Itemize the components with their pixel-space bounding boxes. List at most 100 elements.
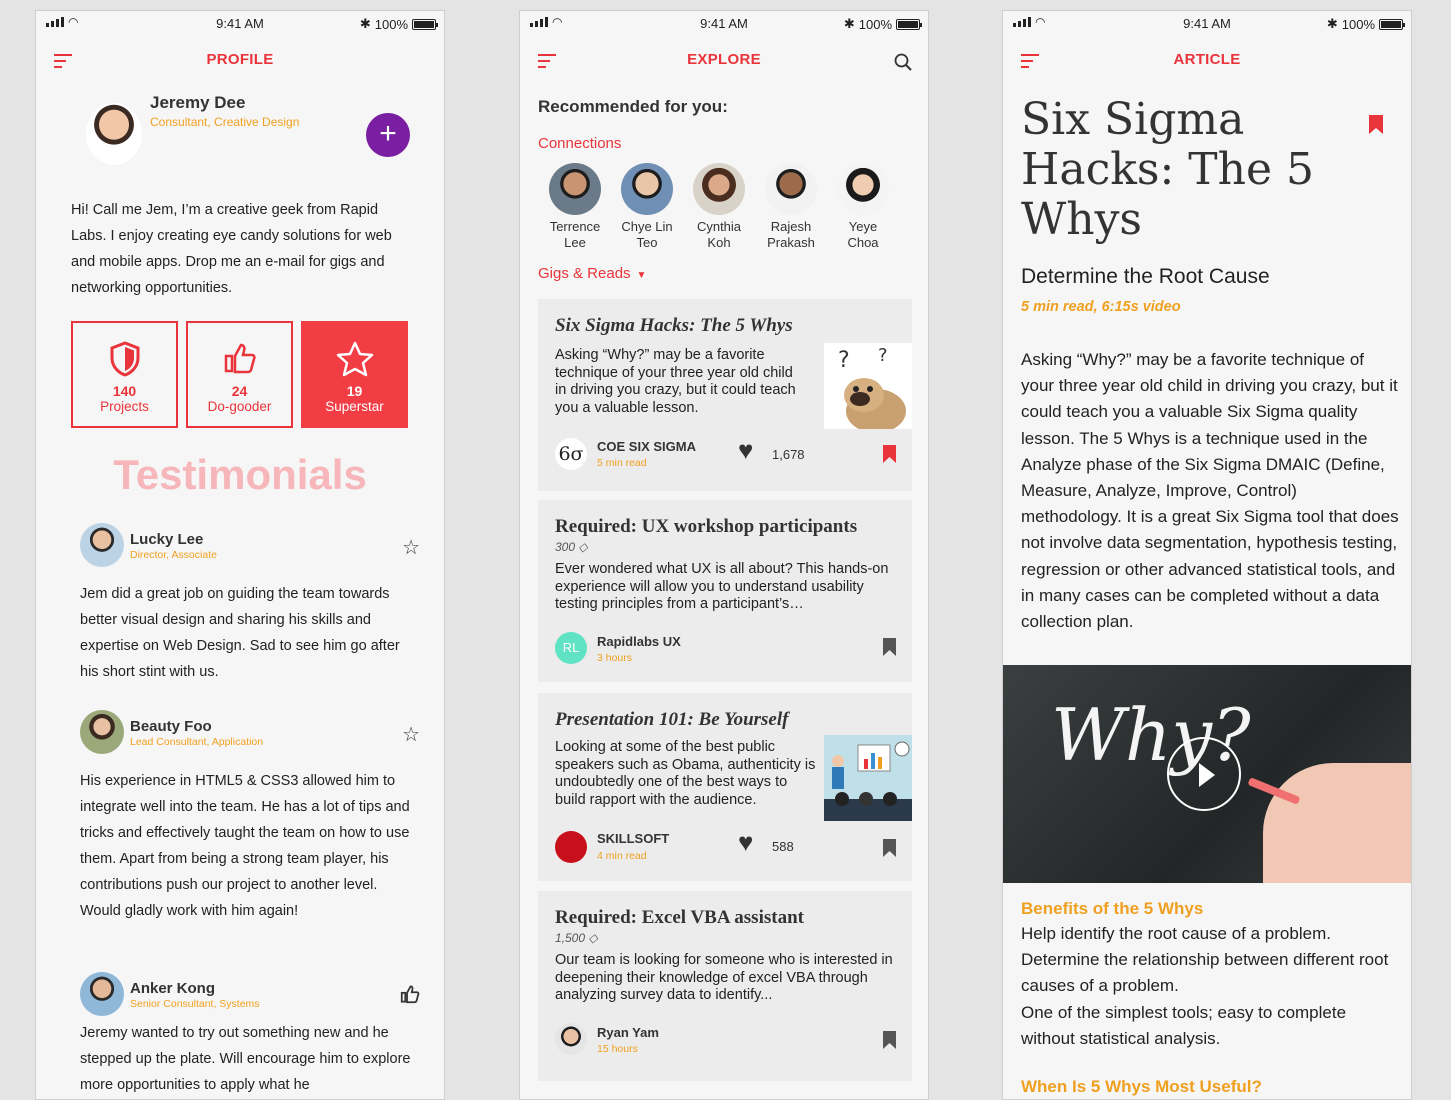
play-icon[interactable] — [1167, 737, 1241, 811]
card-source: SKILLSOFT — [597, 831, 670, 846]
next-section-heading: When Is 5 Whys Most Useful? — [1021, 1077, 1262, 1096]
testimonial-text: Jeremy wanted to try out something new a… — [80, 1025, 411, 1093]
page-title: PROFILE — [206, 51, 274, 68]
status-bar: ◠ 9:41 AM ✱ 100% — [520, 11, 928, 35]
connections-label: Connections — [538, 135, 622, 152]
heart-icon[interactable]: ♥ — [738, 827, 753, 858]
feed-card[interactable]: Presentation 101: Be Yourself Looking at… — [538, 693, 912, 881]
card-title: Required: UX workshop participants — [555, 516, 858, 537]
battery-percent: 100% — [858, 16, 892, 32]
battery-percent: 100% — [374, 16, 408, 32]
bluetooth-icon: ✱ — [843, 16, 855, 31]
testimonial-name: Anker Kong — [130, 980, 216, 997]
diamond-icon: ◇ — [578, 540, 588, 554]
battery-icon — [896, 18, 922, 30]
card-description: Looking at some of the best public speak… — [555, 739, 816, 808]
feed-card[interactable]: Six Sigma Hacks: The 5 Whys Asking “Why?… — [538, 299, 912, 491]
bookmark-icon[interactable] — [883, 445, 896, 463]
connection-item[interactable]: Cynthia Koh — [692, 163, 746, 251]
status-bar: ◠ 9:41 AM ✱ 100% — [1003, 11, 1411, 35]
bookmark-icon[interactable] — [883, 1031, 896, 1049]
source-logo: RL — [555, 632, 587, 664]
thumbs-up-outline-icon[interactable] — [400, 984, 420, 1010]
profile-name: Jeremy Dee — [150, 93, 246, 112]
star-outline-icon[interactable]: ☆ — [402, 535, 420, 560]
article-body: Asking “Why?” may be a favorite techniqu… — [1021, 350, 1399, 632]
benefit-item: One of the simplest tools; easy to compl… — [1021, 1002, 1347, 1048]
testimonial-role: Director, Associate — [130, 549, 217, 561]
battery-icon — [412, 18, 438, 30]
profile-bio: Hi! Call me Jem, I’m a creative geek fro… — [71, 202, 392, 296]
like-count: 588 — [772, 839, 794, 854]
thumbs-up-icon — [188, 341, 291, 379]
card-description: Our team is looking for someone who is i… — [555, 952, 893, 1003]
benefits-list: Help identify the root cause of a proble… — [1021, 921, 1401, 1052]
presentation-thumbnail — [824, 735, 912, 821]
card-points: 300 ◇ — [555, 540, 588, 554]
hand-image — [1263, 763, 1411, 883]
testimonial-text: His experience in HTML5 & CSS3 allowed h… — [80, 773, 410, 919]
profile-role: Consultant, Creative Design — [150, 115, 300, 129]
gigs-reads-dropdown[interactable]: Gigs & Reads ▼ — [538, 265, 646, 282]
stats-row: 140 Projects 24 Do-gooder 19 Superstar — [71, 321, 408, 428]
stat-superstar[interactable]: 19 Superstar — [301, 321, 408, 428]
avatar — [80, 972, 124, 1016]
card-title: Required: Excel VBA assistant — [555, 907, 804, 928]
connection-item[interactable]: Yeye Choa — [836, 163, 890, 251]
search-icon[interactable] — [894, 53, 912, 71]
stat-projects[interactable]: 140 Projects — [71, 321, 178, 428]
connection-item[interactable]: Terrence Lee — [548, 163, 602, 251]
profile-screen: ◠ 9:41 AM ✱ 100% PROFILE Jeremy Dee Consu… — [35, 10, 445, 1100]
explore-screen: ◠ 9:41 AM ✱ 100% EXPLORE Recommended for … — [519, 10, 929, 1100]
card-description: Ever wondered what UX is all about? This… — [555, 561, 889, 612]
card-source-sub: 5 min read — [597, 457, 647, 469]
video-player[interactable]: Why? — [1003, 665, 1411, 883]
avatar — [86, 103, 142, 165]
article-subtitle: Determine the Root Cause — [1021, 265, 1270, 288]
star-outline-icon[interactable]: ☆ — [402, 722, 420, 747]
connections-row: Terrence Lee Chye Lin Teo Cynthia Koh Rajes… — [548, 163, 890, 251]
article-title: Six Sigma Hacks: The 5 Whys — [1021, 94, 1315, 245]
card-source-sub: 3 hours — [597, 652, 633, 664]
card-source: Rapidlabs UX — [597, 634, 681, 649]
testimonial-role: Lead Consultant, Application — [130, 736, 264, 748]
article-screen: ◠ 9:41 AM ✱ 100% ARTICLE Six Sigma Hacks:… — [1002, 10, 1412, 1100]
connection-item[interactable]: Chye Lin Teo — [620, 163, 674, 251]
card-source: Ryan Yam — [597, 1025, 659, 1040]
star-icon — [303, 341, 406, 379]
like-count: 1,678 — [772, 447, 805, 462]
card-points: 1,500 ◇ — [555, 931, 598, 945]
page-title: EXPLORE — [687, 51, 761, 68]
feed-card[interactable]: Required: UX workshop participants 300 ◇… — [538, 500, 912, 682]
heart-icon[interactable]: ♥ — [738, 435, 753, 466]
testimonial-name: Beauty Foo — [130, 718, 212, 735]
bookmark-icon[interactable] — [883, 638, 896, 656]
bookmark-icon[interactable] — [883, 839, 896, 857]
testimonial-text: Jem did a great job on guiding the team … — [80, 586, 400, 680]
svg-text:?: ? — [878, 345, 888, 366]
avatar — [693, 163, 745, 215]
connection-item[interactable]: Rajesh Prakash — [764, 163, 818, 251]
card-title: Presentation 101: Be Yourself — [555, 709, 789, 730]
feed-card[interactable]: Required: Excel VBA assistant 1,500 ◇ Ou… — [538, 891, 912, 1081]
avatar — [621, 163, 673, 215]
bluetooth-icon: ✱ — [1326, 16, 1338, 31]
add-button[interactable]: + — [366, 113, 410, 157]
recommended-heading: Recommended for you: — [538, 97, 728, 116]
bookmark-icon[interactable] — [1369, 115, 1383, 134]
header: ARTICLE — [1003, 35, 1411, 83]
card-source-sub: 4 min read — [597, 850, 647, 862]
skillsoft-logo — [555, 831, 587, 863]
shield-icon — [73, 341, 176, 379]
benefits-heading: Benefits of the 5 Whys — [1021, 899, 1204, 918]
status-bar: ◠ 9:41 AM ✱ 100% — [36, 11, 444, 35]
header: EXPLORE — [520, 35, 928, 83]
avatar — [837, 163, 889, 215]
page-title: ARTICLE — [1173, 51, 1241, 68]
source-logo: 6σ — [555, 438, 587, 470]
svg-text:?: ? — [838, 348, 850, 373]
stat-do-gooder[interactable]: 24 Do-gooder — [186, 321, 293, 428]
dog-thumbnail: ?? — [824, 343, 912, 429]
testimonials-heading: Testimonials — [113, 451, 367, 498]
card-source: COE SIX SIGMA — [597, 439, 696, 454]
